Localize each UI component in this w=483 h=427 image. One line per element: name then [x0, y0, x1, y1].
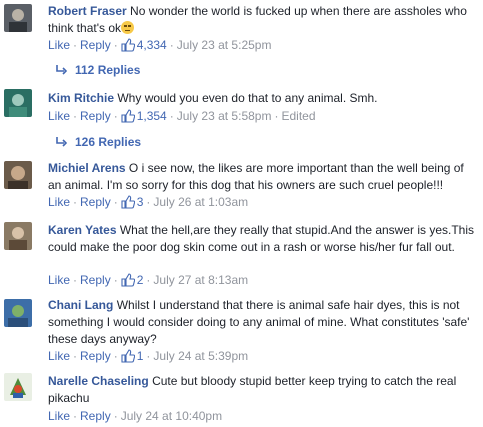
avatar-image — [4, 222, 32, 250]
comment: Chani Lang Whilst I understand that ther… — [0, 294, 483, 368]
replies-count: 112 Replies — [75, 63, 141, 77]
avatar[interactable] — [4, 299, 32, 327]
avatar-image — [4, 89, 32, 117]
reply-button[interactable]: Reply — [80, 38, 111, 52]
avatar[interactable] — [4, 373, 32, 401]
comment-author[interactable]: Karen Yates — [48, 223, 117, 237]
like-button[interactable]: Like — [48, 109, 70, 123]
comment-body: Robert Fraser No wonder the world is fuc… — [48, 3, 476, 37]
avatar[interactable] — [4, 4, 32, 32]
timestamp[interactable]: July 27 at 8:13am — [153, 273, 248, 287]
avatar-image — [4, 4, 32, 32]
comment-body: Karen Yates What the hell,are they reall… — [48, 222, 476, 256]
comment-author[interactable]: Michiel Arens — [48, 161, 126, 175]
comment-author[interactable]: Robert Fraser — [48, 4, 127, 18]
timestamp[interactable]: July 23 at 5:58pm — [177, 109, 272, 123]
comment-author[interactable]: Chani Lang — [48, 298, 113, 312]
reply-arrow-icon — [56, 64, 68, 78]
timestamp[interactable]: July 24 at 10:40pm — [121, 409, 222, 423]
comment: Robert Fraser No wonder the world is fuc… — [0, 0, 483, 85]
comment: Kim Ritchie Why would you even do that t… — [0, 85, 483, 155]
view-replies-link[interactable]: 112 Replies — [56, 63, 140, 78]
thumbs-up-icon — [121, 273, 135, 290]
thumbs-up-icon — [121, 195, 135, 212]
comment-actions: Like · Reply · 1 · July 24 at 5:39pm — [48, 349, 248, 366]
avatar-image — [4, 373, 32, 401]
like-button[interactable]: Like — [48, 349, 70, 363]
edited-label[interactable]: Edited — [281, 109, 315, 123]
thumbs-up-icon — [121, 38, 135, 55]
comment: Narelle Chaseling Cute but bloody stupid… — [0, 368, 483, 427]
replies-count: 126 Replies — [75, 135, 142, 149]
timestamp[interactable]: July 26 at 1:03am — [153, 195, 248, 209]
avatar[interactable] — [4, 89, 32, 117]
comment-author[interactable]: Kim Ritchie — [48, 91, 114, 105]
timestamp[interactable]: July 24 at 5:39pm — [153, 349, 248, 363]
timestamp[interactable]: July 23 at 5:25pm — [177, 38, 272, 52]
comment-actions: Like · Reply · 3 · July 26 at 1:03am — [48, 195, 248, 212]
comment: Michiel Arens O i see now, the likes are… — [0, 155, 483, 217]
comment-actions: Like · Reply · 2 · July 27 at 8:13am — [48, 273, 248, 290]
avatar-image — [4, 299, 32, 327]
comment-actions: Like · Reply · 4,334 · July 23 at 5:25pm — [48, 38, 271, 55]
comment: Karen Yates What the hell,are they reall… — [0, 217, 483, 294]
like-button[interactable]: Like — [48, 195, 70, 209]
unamused-emoji-icon — [121, 21, 134, 34]
thumbs-up-icon — [121, 349, 135, 366]
reply-button[interactable]: Reply — [80, 349, 111, 363]
avatar[interactable] — [4, 161, 32, 189]
reply-button[interactable]: Reply — [80, 273, 111, 287]
like-button[interactable]: Like — [48, 38, 70, 52]
like-button[interactable]: Like — [48, 409, 70, 423]
comment-body: Narelle Chaseling Cute but bloody stupid… — [48, 373, 476, 407]
reply-button[interactable]: Reply — [80, 409, 111, 423]
avatar[interactable] — [4, 222, 32, 250]
comment-text: Why would you even do that to any animal… — [117, 91, 378, 105]
like-count[interactable]: 4,334 — [137, 38, 167, 52]
comment-actions: Like · Reply · July 24 at 10:40pm — [48, 409, 223, 423]
reply-button[interactable]: Reply — [80, 195, 111, 209]
reply-button[interactable]: Reply — [80, 109, 111, 123]
reply-arrow-icon — [56, 136, 68, 150]
comment-actions: Like · Reply · 1,354 · July 23 at 5:58pm · Edite… — [48, 109, 316, 126]
comment-body: Chani Lang Whilst I understand that ther… — [48, 297, 476, 348]
like-count[interactable]: 1,354 — [137, 109, 167, 123]
thumbs-up-icon — [121, 109, 135, 126]
view-replies-link[interactable]: 126 Replies — [56, 135, 141, 150]
comment-body: Kim Ritchie Why would you even do that t… — [48, 90, 476, 107]
comment-author[interactable]: Narelle Chaseling — [48, 374, 149, 388]
comment-body: Michiel Arens O i see now, the likes are… — [48, 160, 476, 194]
like-button[interactable]: Like — [48, 273, 70, 287]
avatar-image — [4, 161, 32, 189]
